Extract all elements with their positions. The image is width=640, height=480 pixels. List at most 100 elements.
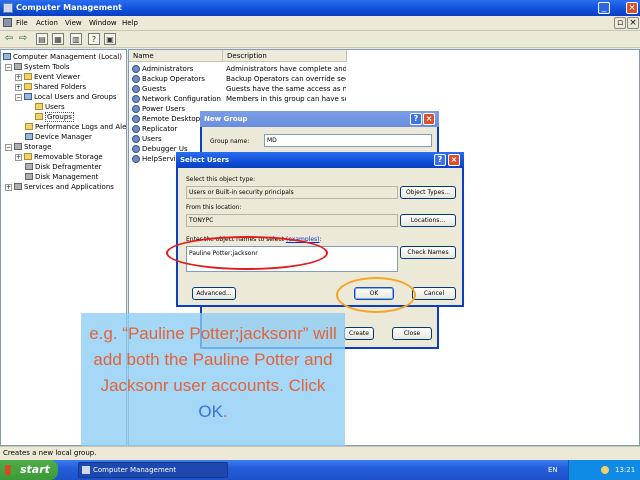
menu-help[interactable]: Help bbox=[122, 19, 138, 27]
group-icon bbox=[132, 135, 140, 143]
tree-item-disk-defragmenter[interactable]: Disk Defragmenter bbox=[25, 162, 102, 172]
computer-icon bbox=[3, 53, 11, 60]
group-name-field[interactable]: MD bbox=[264, 134, 432, 147]
windows-flag-icon bbox=[5, 465, 16, 475]
back-arrow-icon[interactable]: ⇦ bbox=[3, 33, 15, 45]
tray-icon[interactable] bbox=[601, 466, 609, 474]
group-icon bbox=[132, 155, 140, 163]
column-header-name[interactable]: Name bbox=[129, 50, 223, 62]
collapse-icon[interactable]: − bbox=[5, 144, 12, 151]
status-bar: Creates a new local group. bbox=[0, 446, 640, 460]
shared-folders-icon bbox=[24, 83, 32, 90]
tree-item-storage[interactable]: − Storage bbox=[5, 142, 51, 152]
new-group-titlebar[interactable]: New Group ? × bbox=[200, 111, 439, 127]
device-manager-icon bbox=[25, 133, 33, 140]
list-item[interactable]: GuestsGuests have the same access as me.… bbox=[129, 84, 639, 94]
list-item[interactable]: Network Configuration ... Members in this… bbox=[129, 94, 639, 104]
cancel-button[interactable]: Cancel bbox=[412, 287, 456, 300]
language-indicator[interactable]: EN bbox=[548, 460, 558, 480]
expand-icon[interactable]: + bbox=[15, 84, 22, 91]
object-type-field: Users or Built-in security principals bbox=[186, 186, 398, 199]
start-button[interactable]: start bbox=[0, 460, 58, 480]
tree-item-computer-management[interactable]: Computer Management (Local) bbox=[3, 52, 122, 62]
tree-item-groups[interactable]: Groups bbox=[35, 112, 74, 122]
properties-icon[interactable]: ▣ bbox=[104, 33, 116, 45]
close-button-dialog[interactable]: Close bbox=[392, 327, 432, 340]
tree-item-device-manager[interactable]: Device Manager bbox=[25, 132, 92, 142]
locations-button[interactable]: Locations... bbox=[400, 214, 456, 227]
main-titlebar[interactable]: Computer Management _ × bbox=[0, 0, 640, 16]
services-icon bbox=[14, 183, 22, 190]
object-types-button[interactable]: Object Types... bbox=[400, 186, 456, 199]
list-item[interactable]: Administrators Administrators have comple… bbox=[129, 64, 639, 74]
callout-text: e.g. “Pauline Potter;jacksonr” will add … bbox=[89, 324, 337, 421]
clock[interactable]: 13:21 bbox=[615, 460, 635, 480]
expand-icon[interactable]: + bbox=[5, 184, 12, 191]
tools-icon bbox=[14, 63, 22, 70]
up-folder-icon[interactable]: ▤ bbox=[36, 33, 48, 45]
highlight-ellipse-ok bbox=[336, 277, 416, 313]
window-title: Computer Management bbox=[16, 3, 122, 12]
removable-storage-icon bbox=[24, 153, 32, 160]
disk-management-icon bbox=[25, 173, 33, 180]
group-icon bbox=[132, 125, 140, 133]
object-type-label: Select this object type: bbox=[186, 176, 256, 183]
menu-window[interactable]: Window bbox=[89, 19, 117, 27]
expand-icon[interactable]: + bbox=[15, 154, 22, 161]
system-tray: 13:21 bbox=[568, 460, 640, 480]
event-viewer-icon bbox=[24, 73, 32, 80]
menu-action[interactable]: Action bbox=[36, 19, 58, 27]
storage-icon bbox=[14, 143, 22, 150]
select-users-dialog: Select Users ? × Select this object type… bbox=[176, 152, 464, 307]
export-list-icon[interactable]: ▥ bbox=[70, 33, 82, 45]
new-group-close-icon[interactable]: × bbox=[423, 113, 435, 125]
system-menu-icon[interactable] bbox=[3, 18, 12, 27]
create-button[interactable]: Create bbox=[344, 327, 374, 340]
help-icon[interactable]: ? bbox=[88, 33, 100, 45]
menu-file[interactable]: File bbox=[16, 19, 28, 27]
check-names-button[interactable]: Check Names bbox=[400, 246, 456, 259]
group-icon bbox=[132, 95, 140, 103]
tree-item-local-users-and-groups[interactable]: − Local Users and Groups bbox=[15, 92, 117, 102]
group-icon bbox=[132, 115, 140, 123]
select-users-help-button[interactable]: ? bbox=[434, 154, 446, 166]
menu-view[interactable]: View bbox=[65, 19, 82, 27]
location-field: TONYPC bbox=[186, 214, 398, 227]
column-header-description[interactable]: Description bbox=[223, 50, 347, 62]
tree-item-shared-folders[interactable]: + Shared Folders bbox=[15, 82, 86, 92]
performance-logs-icon bbox=[25, 123, 33, 130]
tree-item-performance-logs[interactable]: Performance Logs and Alerts bbox=[25, 122, 126, 132]
child-close-button[interactable]: × bbox=[627, 17, 639, 29]
collapse-icon[interactable]: − bbox=[5, 64, 12, 71]
minimize-button[interactable]: _ bbox=[598, 2, 610, 14]
expand-icon[interactable]: + bbox=[15, 74, 22, 81]
advanced-button[interactable]: Advanced... bbox=[192, 287, 236, 300]
toolbar: ⇦ ⇨ ▤ ▦ ▥ ? ▣ bbox=[0, 31, 640, 48]
group-icon bbox=[132, 145, 140, 153]
taskbar-item-computer-management[interactable]: Computer Management bbox=[78, 462, 228, 478]
tree-item-system-tools[interactable]: − System Tools bbox=[5, 62, 70, 72]
select-users-close-icon[interactable]: × bbox=[448, 154, 460, 166]
tree-item-services-and-applications[interactable]: + Services and Applications bbox=[5, 182, 114, 192]
tree-item-event-viewer[interactable]: + Event Viewer bbox=[15, 72, 80, 82]
close-button[interactable]: × bbox=[626, 2, 638, 14]
select-users-titlebar[interactable]: Select Users ? × bbox=[176, 152, 464, 168]
disk-defragmenter-icon bbox=[25, 163, 33, 170]
tree-item-users[interactable]: Users bbox=[35, 102, 65, 112]
computer-management-icon bbox=[3, 3, 13, 13]
new-group-title: New Group bbox=[204, 115, 248, 123]
child-restore-button[interactable]: ▫ bbox=[614, 17, 626, 29]
group-name-label: Group name: bbox=[210, 138, 250, 145]
folder-icon bbox=[35, 103, 43, 110]
tree-item-removable-storage[interactable]: + Removable Storage bbox=[15, 152, 103, 162]
new-group-help-button[interactable]: ? bbox=[410, 113, 422, 125]
list-item[interactable]: Backup Operators Backup Operators can ove… bbox=[129, 74, 639, 84]
callout-ok-highlight: OK bbox=[198, 402, 223, 421]
forward-arrow-icon[interactable]: ⇨ bbox=[17, 33, 29, 45]
show-hide-tree-icon[interactable]: ▦ bbox=[52, 33, 64, 45]
tree-item-disk-management[interactable]: Disk Management bbox=[25, 172, 98, 182]
group-icon bbox=[132, 105, 140, 113]
highlight-ellipse-names bbox=[166, 236, 328, 270]
group-icon bbox=[132, 85, 140, 93]
collapse-icon[interactable]: − bbox=[15, 94, 22, 101]
